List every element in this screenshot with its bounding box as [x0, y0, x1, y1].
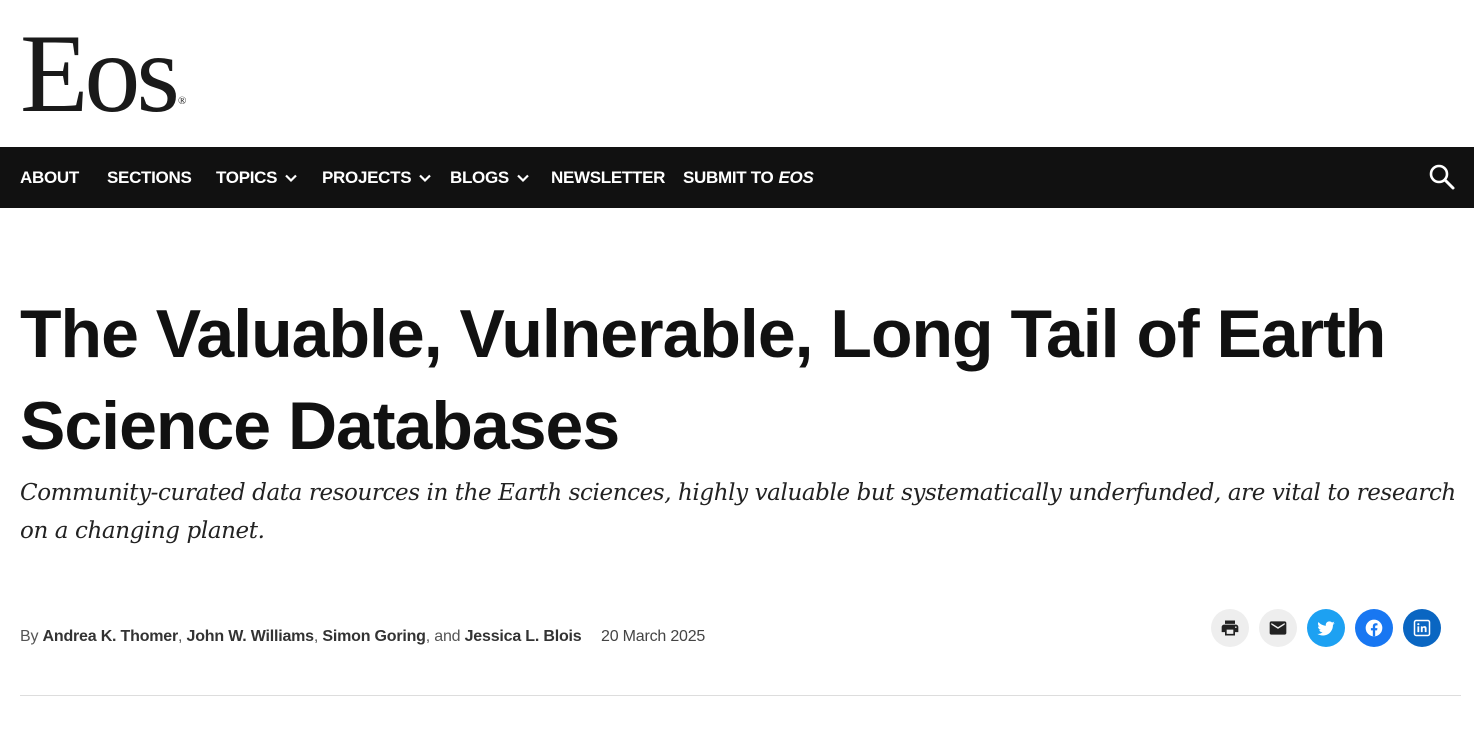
author-link[interactable]: Andrea K. Thomer	[43, 628, 179, 645]
share-linkedin-button[interactable]	[1403, 609, 1441, 647]
linkedin-icon	[1413, 619, 1431, 637]
author-link[interactable]: John W. Williams	[187, 628, 315, 645]
nav-item-projects[interactable]: PROJECTS	[322, 147, 432, 208]
share-twitter-button[interactable]	[1307, 609, 1345, 647]
eos-logo[interactable]: Eos ®	[20, 18, 187, 130]
nav-label: PROJECTS	[322, 167, 412, 187]
nav-label: BLOGS	[450, 167, 509, 187]
article-dek: Community-curated data resources in the …	[20, 480, 1456, 544]
nav-item-submit[interactable]: SUBMIT TO EOS	[683, 147, 814, 208]
nav-label-emphasis: EOS	[778, 167, 814, 187]
byline-separator: ,	[178, 628, 183, 645]
nav-item-topics[interactable]: TOPICS	[216, 147, 298, 208]
author-link[interactable]: Jessica L. Blois	[465, 628, 582, 645]
twitter-icon	[1317, 621, 1335, 636]
chevron-down-icon	[517, 174, 529, 182]
nav-label: TOPICS	[216, 167, 278, 187]
byline-separator: , and	[425, 628, 461, 645]
mail-icon	[1269, 621, 1287, 635]
nav-item-sections[interactable]: SECTIONS	[107, 147, 192, 208]
content-divider	[20, 695, 1461, 696]
print-icon	[1221, 620, 1239, 636]
nav-label: NEWSLETTER	[551, 167, 666, 187]
nav-label: SECTIONS	[107, 167, 192, 187]
chevron-down-icon	[419, 174, 432, 182]
article-title: The Valuable, Vulnerable, Long Tail of E…	[20, 296, 1386, 464]
search-icon	[1429, 164, 1455, 190]
share-print-button[interactable]	[1211, 609, 1249, 647]
registered-mark: ®	[178, 95, 187, 107]
chevron-down-icon	[285, 174, 297, 182]
nav-item-newsletter[interactable]: NEWSLETTER	[551, 147, 665, 208]
search-button[interactable]	[1428, 163, 1456, 191]
byline-separator: ,	[313, 628, 319, 645]
main-nav: ABOUT SECTIONS TOPICS PROJECTS BLOGS NEW…	[0, 147, 1474, 208]
byline: By Andrea K. Thomer, John W. Williams, S…	[20, 628, 582, 646]
nav-label: ABOUT	[20, 167, 79, 187]
facebook-icon	[1365, 619, 1383, 637]
logo-text: Eos	[20, 12, 180, 136]
publish-date: 20 March 2025	[601, 628, 706, 645]
nav-item-about[interactable]: ABOUT	[20, 147, 79, 208]
byline-prefix: By	[20, 628, 39, 645]
share-facebook-button[interactable]	[1355, 609, 1393, 647]
author-link[interactable]: Simon Goring	[322, 628, 426, 645]
nav-label: SUBMIT TO	[683, 167, 774, 187]
nav-item-blogs[interactable]: BLOGS	[450, 147, 530, 208]
share-email-button[interactable]	[1259, 609, 1297, 647]
